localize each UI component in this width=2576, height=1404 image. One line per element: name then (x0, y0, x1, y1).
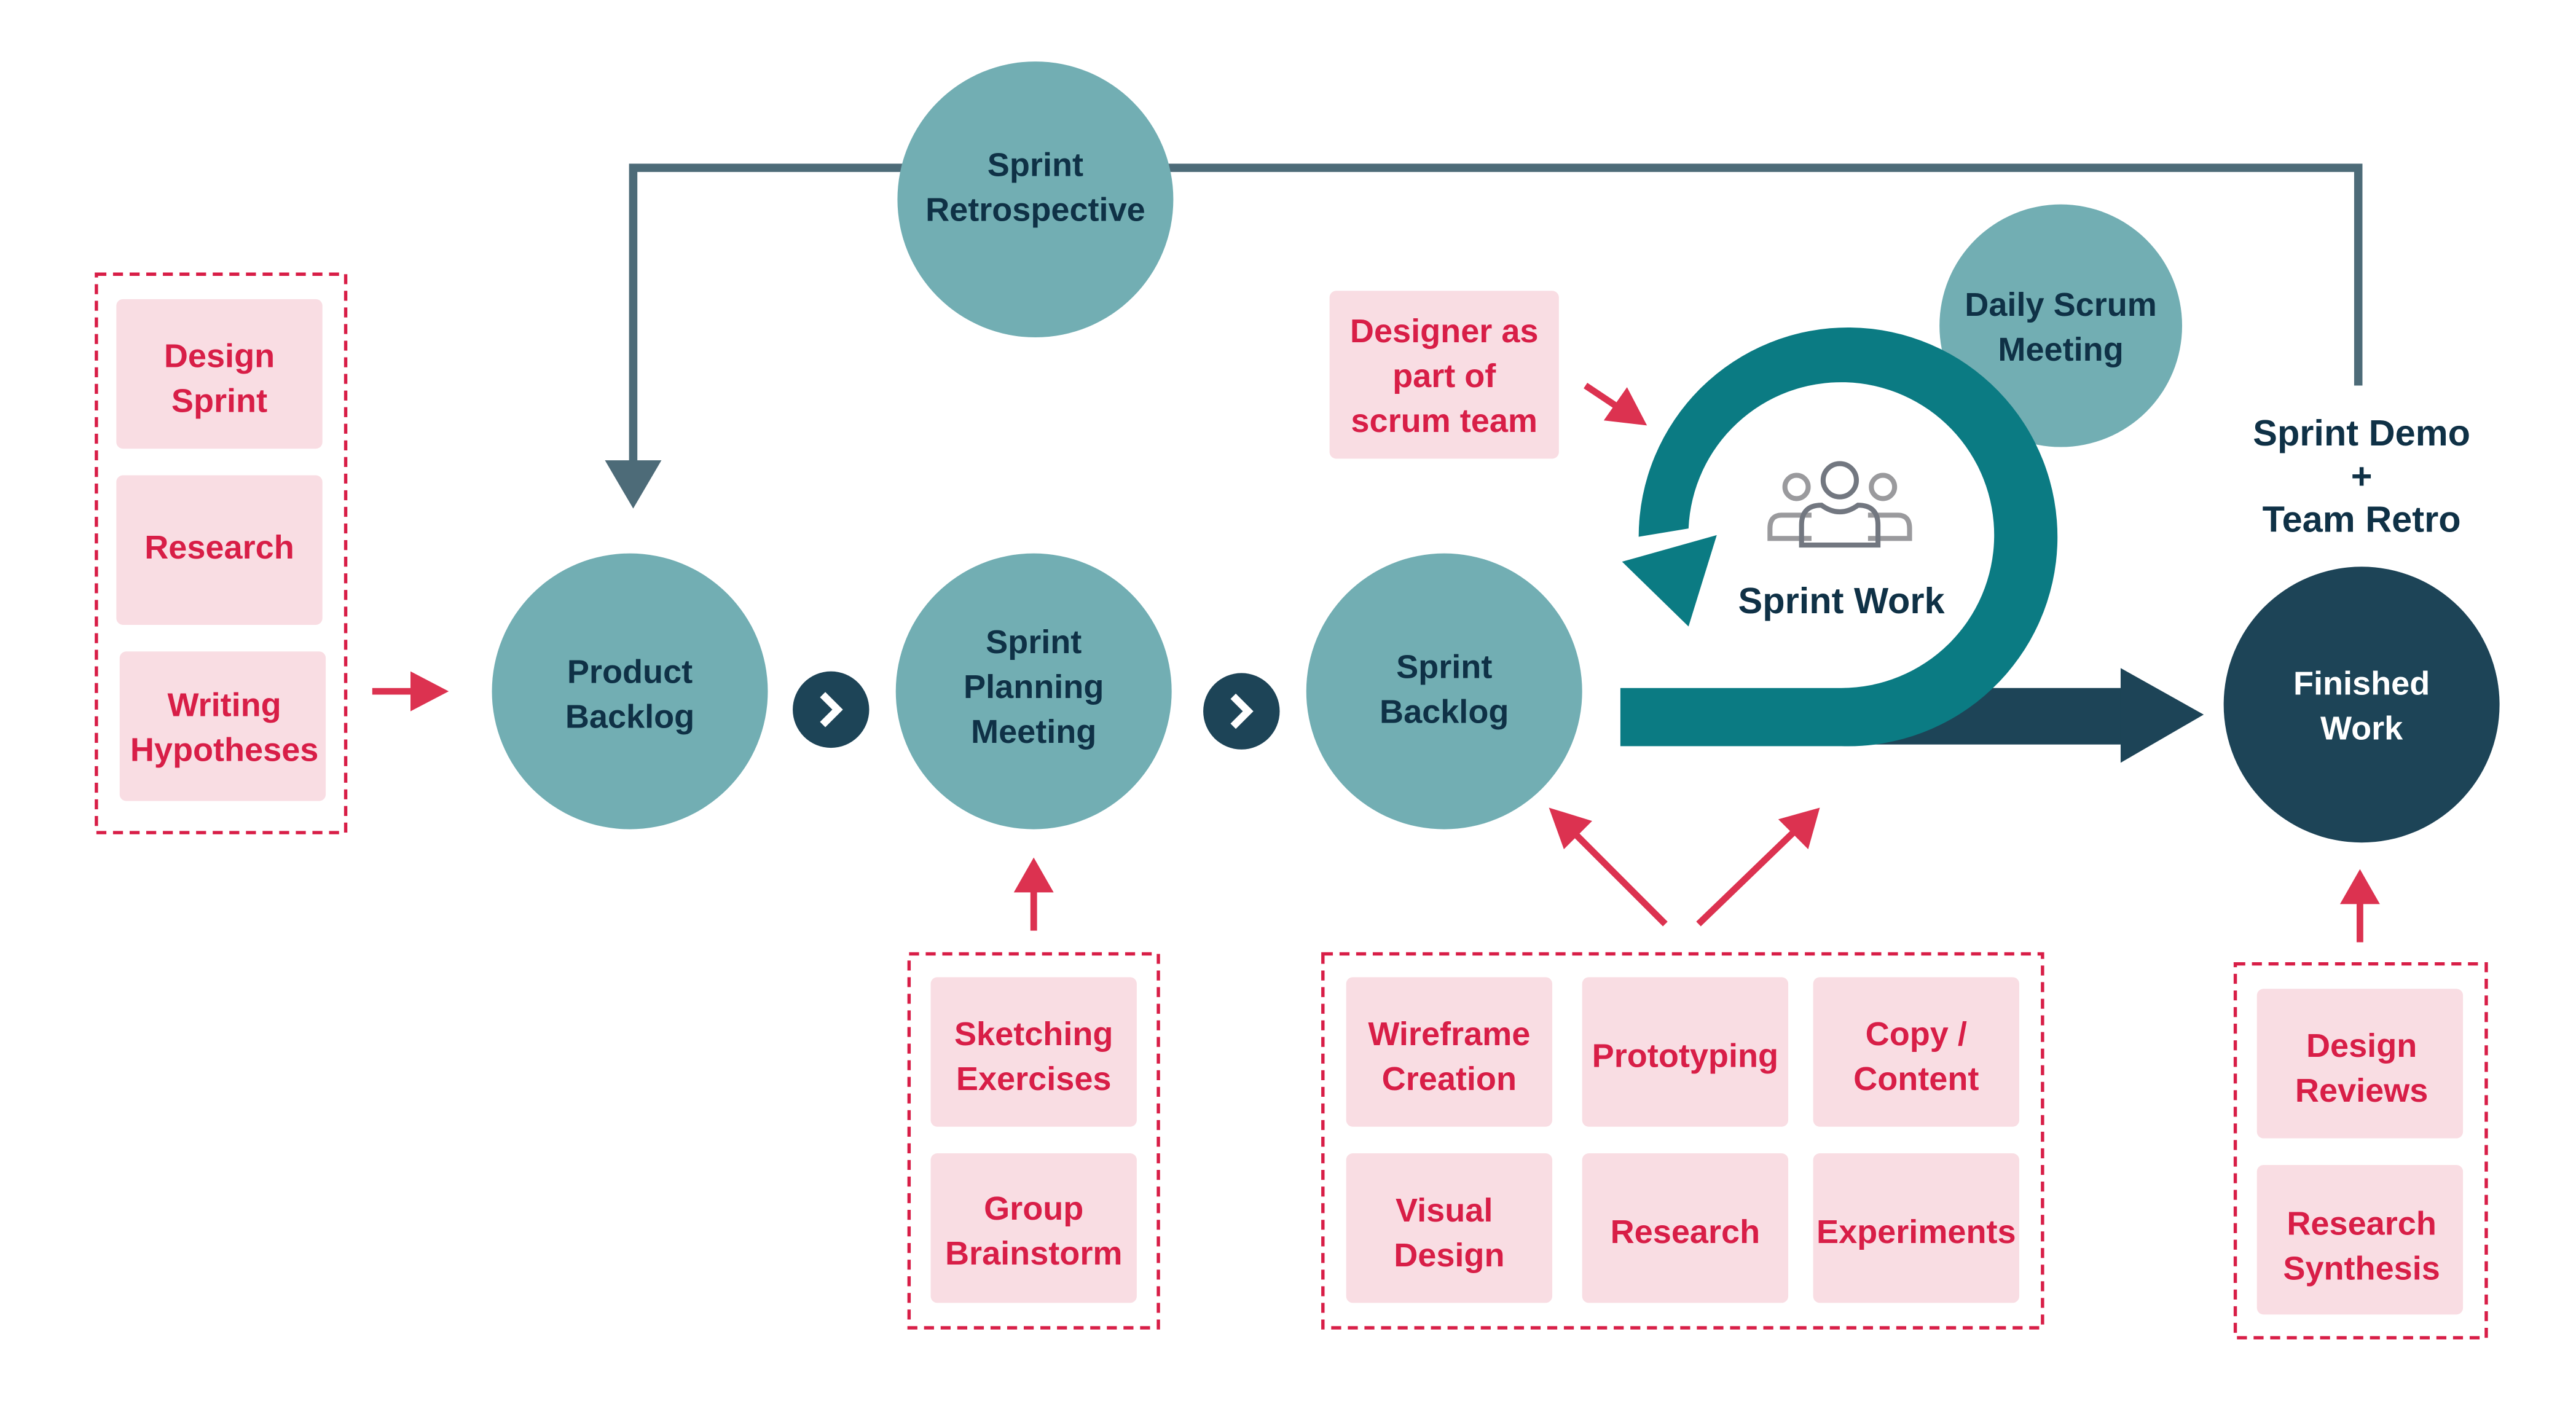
finished-work-circle (2223, 567, 2500, 843)
writing-hypotheses-line2: Hypotheses (130, 732, 319, 769)
wireframe-line2: Creation (1382, 1061, 1517, 1097)
design-sprint-line1: Design (164, 338, 275, 375)
retrospective-label-line2: Retrospective (925, 192, 1145, 229)
writing-hypotheses-line1: Writing (167, 687, 281, 724)
designer-note-line1: Designer as (1350, 313, 1539, 350)
discovery-to-backlog-arrow (372, 671, 449, 712)
planning-line3: Meeting (971, 713, 1096, 750)
wireframe-line1: Wireframe (1368, 1016, 1530, 1053)
arrow-right-icon (2120, 668, 2204, 763)
box-writing-hypotheses[interactable]: Writing Hypotheses (119, 651, 326, 801)
visual-design-line1: Visual (1396, 1192, 1493, 1229)
experiments-line1: Experiments (1816, 1214, 2016, 1250)
loop-arrow-band (1620, 327, 2058, 747)
group-review: Design Reviews Research Synthesis (2233, 962, 2488, 1339)
sprint-work-loop[interactable]: Sprint Work (1620, 327, 2058, 747)
group-sprint-activities: Wireframe Creation Prototyping Copy / Co… (1321, 952, 2044, 1330)
node-product-backlog[interactable]: Product Backlog (492, 553, 768, 829)
daily-scrum-line1: Daily Scrum (1965, 286, 2157, 323)
box-designer-as-part-of-scrum-team[interactable]: Designer as part of scrum team (1329, 291, 1559, 459)
arrow-right-icon (410, 671, 449, 712)
next-step-button-2[interactable] (1203, 673, 1280, 750)
finished-work-line1: Finished (2293, 665, 2430, 702)
box-copy-content[interactable]: Copy / Content (1813, 977, 2019, 1127)
writing-hypotheses-box (119, 651, 326, 801)
finished-work-line2: Work (2320, 710, 2403, 747)
box-group-brainstorm[interactable]: Group Brainstorm (930, 1153, 1137, 1303)
sketching-line2: Exercises (956, 1061, 1112, 1097)
box-visual-design[interactable]: Visual Design (1346, 1153, 1553, 1303)
box-wireframe-creation[interactable]: Wireframe Creation (1346, 977, 1553, 1127)
research-sprint-line1: Research (1611, 1214, 1761, 1250)
box-sketching-exercises[interactable]: Sketching Exercises (930, 977, 1137, 1127)
arrow-diagonal-icon (1603, 387, 1647, 426)
prototyping-line1: Prototyping (1592, 1037, 1778, 1074)
product-backlog-circle (492, 553, 768, 829)
box-prototyping[interactable]: Prototyping (1582, 977, 1789, 1127)
designer-note-arrow (1584, 382, 1647, 426)
box-design-reviews[interactable]: Design Reviews (2256, 989, 2464, 1139)
node-sprint-retrospective[interactable]: Sprint Retrospective (897, 61, 1174, 338)
research-synthesis-line2: Synthesis (2283, 1250, 2440, 1287)
chevron-circle (793, 671, 870, 748)
box-research-synthesis[interactable]: Research Synthesis (2256, 1164, 2464, 1315)
sprint-group-arrows (1549, 807, 1820, 927)
designer-note-line2: part of (1392, 358, 1496, 394)
copy-line2: Content (1853, 1061, 1979, 1097)
group-discovery: Design Sprint Research Writing Hypothese… (95, 272, 348, 834)
node-sprint-planning-meeting[interactable]: Sprint Planning Meeting (895, 553, 1172, 829)
box-research-discovery[interactable]: Research (116, 475, 323, 625)
sprint-demo-plus: + (2351, 455, 2373, 496)
sprint-work-label: Sprint Work (1738, 580, 1946, 621)
scrum-design-process-diagram: Sprint Retrospective Design Sprint Resea… (0, 0, 2576, 1401)
sprint-backlog-line1: Sprint (1396, 648, 1492, 685)
diagram-canvas: Sprint Retrospective Design Sprint Resea… (95, 61, 2500, 1339)
design-reviews-line1: Design (2306, 1027, 2417, 1064)
product-backlog-line1: Product (567, 654, 693, 691)
sprint-backlog-circle (1306, 553, 1582, 829)
box-design-sprint[interactable]: Design Sprint (116, 299, 323, 449)
arrow-shaft-left (1573, 831, 1668, 927)
visual-design-line2: Design (1394, 1237, 1504, 1274)
box-research-sprint[interactable]: Research (1582, 1153, 1789, 1303)
box-experiments[interactable]: Experiments (1813, 1153, 2019, 1303)
chevron-circle (1203, 673, 1280, 750)
daily-scrum-line2: Meeting (1998, 331, 2123, 368)
next-step-button-1[interactable] (793, 671, 870, 748)
design-reviews-line2: Reviews (2295, 1072, 2428, 1109)
retrospective-label-line1: Sprint (988, 147, 1083, 184)
arrow-up-icon (2339, 869, 2380, 904)
copy-line1: Copy / (1866, 1016, 1967, 1053)
team-icon (1767, 461, 1912, 548)
sprint-backlog-line2: Backlog (1380, 694, 1509, 731)
brainstorm-line1: Group (984, 1190, 1083, 1227)
arrow-up-icon (1013, 857, 1054, 893)
sketching-line1: Sketching (954, 1016, 1113, 1053)
sprint-demo-line2: Team Retro (2263, 498, 2461, 539)
sprint-demo-label: Sprint Demo + Team Retro (2253, 412, 2470, 540)
product-backlog-line2: Backlog (565, 699, 694, 735)
loop-arrowhead-icon (1622, 535, 1717, 627)
brainstorm-box (930, 1153, 1137, 1303)
designer-note-line3: scrum team (1351, 402, 1537, 439)
group-planning: Sketching Exercises Group Brainstorm (907, 952, 1160, 1330)
design-sprint-line2: Sprint (171, 383, 267, 420)
planning-group-arrow (1013, 857, 1054, 931)
planning-line1: Sprint (986, 624, 1082, 661)
brainstorm-line2: Brainstorm (945, 1235, 1122, 1272)
feedback-arrowhead-icon (605, 460, 662, 509)
planning-line2: Planning (964, 669, 1104, 705)
sprint-demo-line1: Sprint Demo (2253, 412, 2470, 453)
node-finished-work[interactable]: Finished Work (2223, 567, 2500, 843)
node-sprint-backlog[interactable]: Sprint Backlog (1306, 553, 1582, 829)
review-group-arrow (2339, 869, 2380, 943)
research-synthesis-line1: Research (2287, 1206, 2437, 1242)
arrow-shaft-right (1696, 830, 1796, 927)
research-line1: Research (144, 529, 294, 566)
